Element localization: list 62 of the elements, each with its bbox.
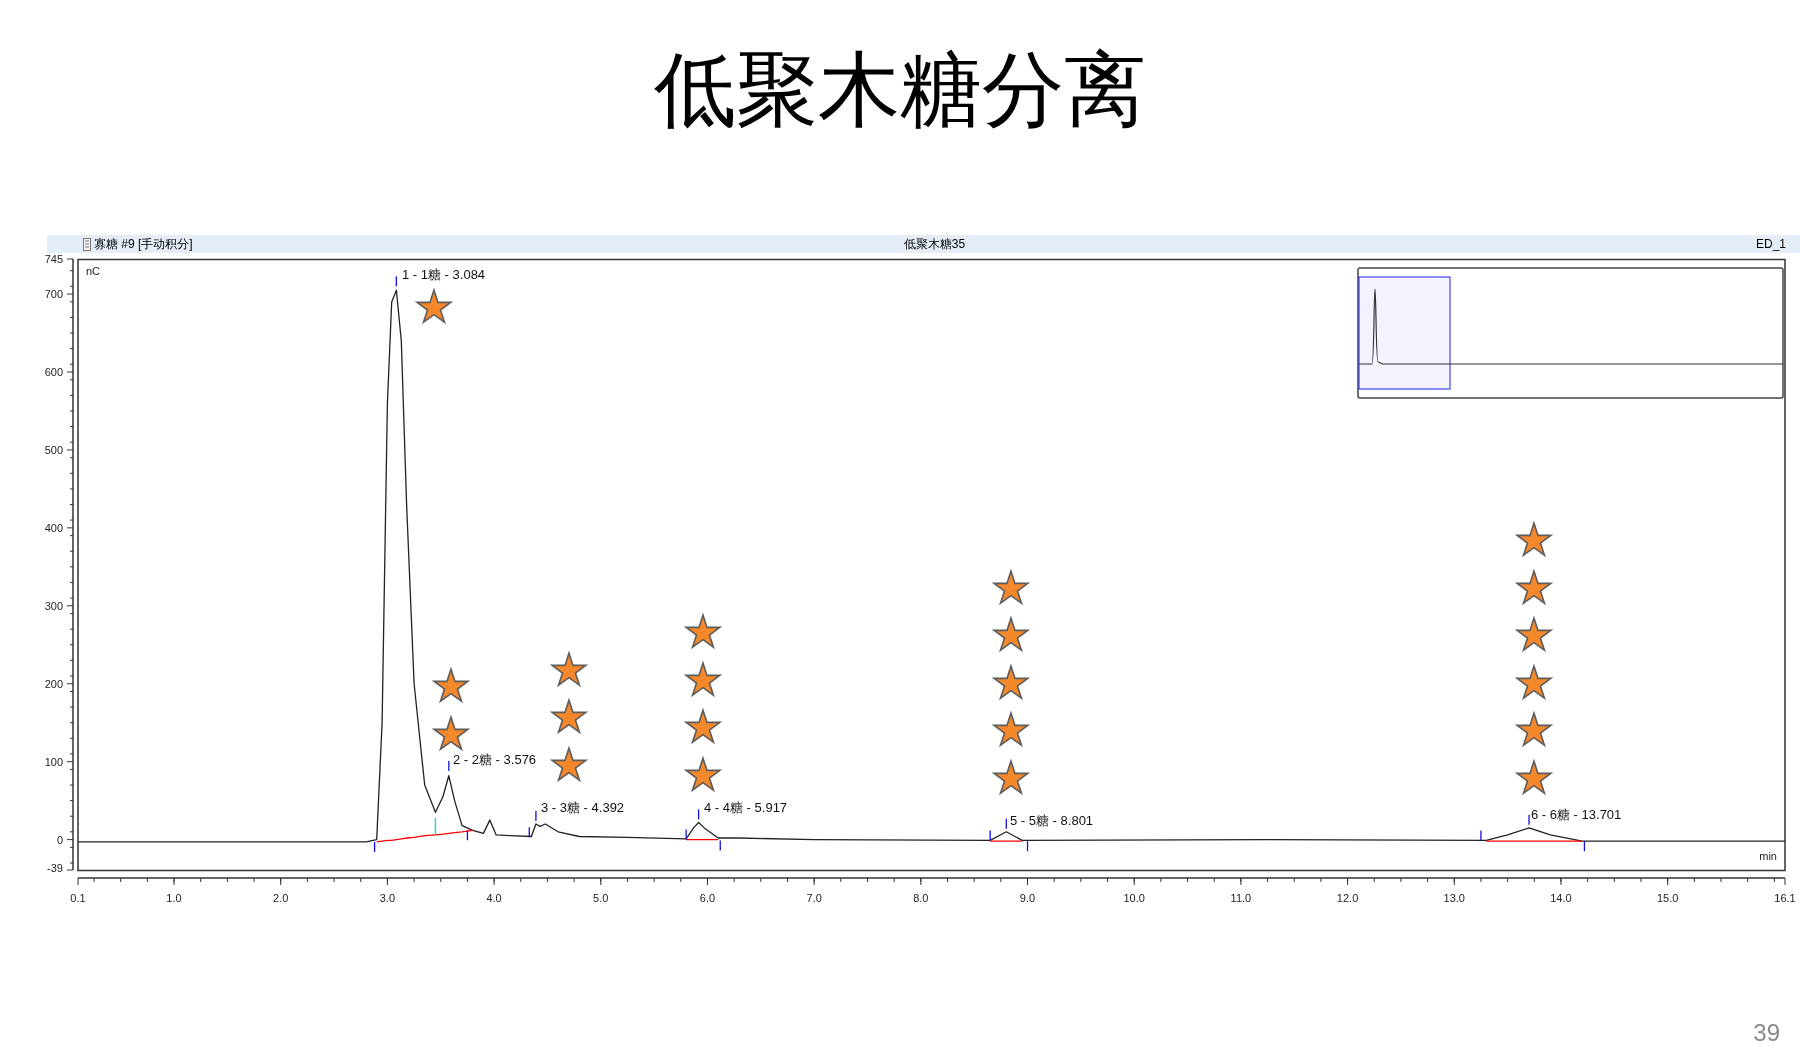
axis-tick-label: 0 xyxy=(56,833,63,846)
axis-tick-label: 700 xyxy=(44,288,63,301)
peak-label: 6 - 6糖 - 13.701 xyxy=(1531,807,1622,822)
star-marks: ★★★★★ xyxy=(990,563,1032,801)
peak-marker xyxy=(719,839,721,852)
channel-label: ED_1 xyxy=(1755,237,1786,251)
peak-label: 3 - 3糖 - 4.392 xyxy=(541,800,625,815)
peak-marker xyxy=(989,829,991,842)
axis-tick-label: 4.0 xyxy=(486,892,502,904)
axis-tick-label: 200 xyxy=(44,677,63,690)
page-number: 39 xyxy=(1753,1019,1780,1046)
axis-tick-label: 2.0 xyxy=(273,892,289,904)
peak-marker xyxy=(1480,829,1482,842)
peak-marker xyxy=(1528,814,1530,826)
peak-label: 1 - 1糖 - 3.084 xyxy=(402,267,486,282)
axis-tick-label: 9.0 xyxy=(1019,892,1036,904)
axis-tick-label: 500 xyxy=(44,443,63,456)
star-marks: ★ xyxy=(413,282,455,330)
axis-tick-label: 600 xyxy=(44,366,63,378)
peak-marker xyxy=(395,275,397,287)
axis-tick-label: 15.0 xyxy=(1656,892,1679,904)
peak-marker xyxy=(1026,840,1029,852)
axis-tick-label: 10.0 xyxy=(1123,892,1145,904)
slide-title: 低聚木糖分离 xyxy=(653,41,1147,139)
peak-marker xyxy=(1583,840,1586,852)
axis-tick-label: 7.0 xyxy=(806,892,822,904)
axis-tick-label: 3.0 xyxy=(379,892,396,904)
chart-title: 低聚木糖35 xyxy=(903,235,966,253)
axis-tick-label: 100 xyxy=(44,755,63,768)
axis-tick-label: 400 xyxy=(44,521,63,534)
sample-name: 寡糖 #9 [手动积分] xyxy=(94,235,193,253)
axis-tick-label: 6.0 xyxy=(699,892,716,904)
star-marks: ★★★ xyxy=(548,645,590,788)
peak-label: 2 - 2糖 - 3.576 xyxy=(453,752,537,767)
axis-tick-label: 12.0 xyxy=(1336,892,1359,904)
y-unit-label: nC xyxy=(86,265,101,277)
axis-tick-label: 0.1 xyxy=(70,892,86,904)
star-marks: ★★★★★★ xyxy=(1513,516,1555,801)
peak-marker xyxy=(1005,818,1007,830)
axis-tick-label: 300 xyxy=(44,599,63,612)
document-icon xyxy=(83,237,91,251)
axis-tick-label: 16.1 xyxy=(1774,892,1796,904)
peak-marker xyxy=(448,760,450,772)
peak-marker xyxy=(373,841,376,853)
peak-marker xyxy=(528,826,530,838)
peak-marker xyxy=(466,829,469,841)
axis-tick-label: 745 xyxy=(44,253,63,265)
axis-tick-label: 11.0 xyxy=(1230,892,1252,904)
axis-tick-label: -39 xyxy=(47,862,63,874)
axis-tick-label: 14.0 xyxy=(1550,892,1572,904)
peak-label: 5 - 5糖 - 8.801 xyxy=(1010,813,1094,828)
axis-tick-label: 5.0 xyxy=(593,892,609,904)
axis-tick-label: 1.0 xyxy=(166,892,182,904)
peak-marker xyxy=(434,817,437,836)
star-marks: ★★★★ xyxy=(682,608,724,798)
peak-marker xyxy=(697,808,700,820)
peak-marker xyxy=(535,810,537,822)
x-unit-label: min xyxy=(1759,850,1777,862)
axis-tick-label: 13.0 xyxy=(1443,892,1465,904)
peak-label: 4 - 4糖 - 5.917 xyxy=(704,800,788,815)
axis-tick-label: 8.0 xyxy=(913,892,929,904)
peak-marker xyxy=(685,828,687,841)
